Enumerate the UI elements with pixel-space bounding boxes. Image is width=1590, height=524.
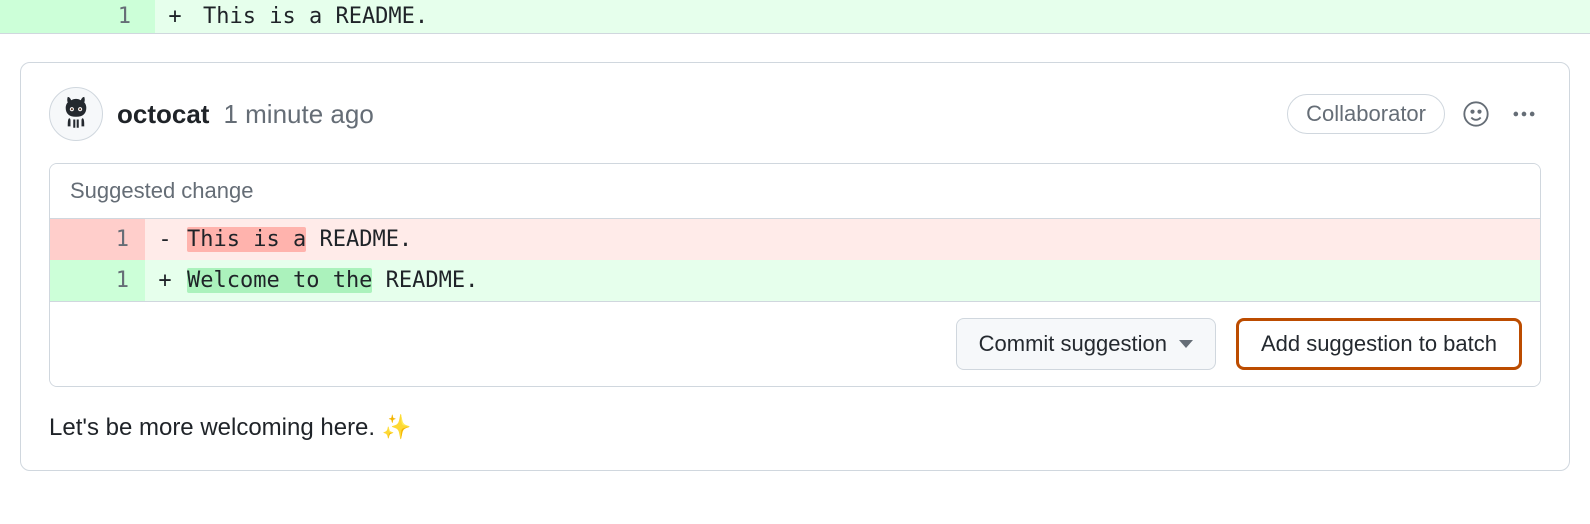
suggestion-addition-row: 1 + Welcome to the README.: [50, 260, 1540, 301]
suggestion-actions: Commit suggestion Add suggestion to batc…: [50, 301, 1540, 386]
add-reaction-button[interactable]: [1459, 97, 1493, 131]
comment-text: Let's be more welcoming here.: [49, 414, 382, 441]
kebab-icon: [1510, 100, 1538, 128]
button-label: Add suggestion to batch: [1261, 331, 1497, 357]
comment-body: Let's be more welcoming here. ✨: [49, 413, 1541, 442]
smiley-icon: [1462, 100, 1490, 128]
suggestion-title: Suggested change: [50, 164, 1540, 219]
line-number: 1: [0, 0, 155, 33]
diff-code: This is a README.: [195, 0, 1590, 33]
suggested-change: Suggested change 1 -This is a README. 1 …: [49, 163, 1541, 387]
deletion-highlight: This is a: [187, 227, 306, 252]
add-suggestion-to-batch-button[interactable]: Add suggestion to batch: [1236, 318, 1522, 370]
chevron-down-icon: [1179, 340, 1193, 348]
button-label: Commit suggestion: [979, 331, 1167, 357]
addition-highlight: Welcome to the: [187, 268, 372, 293]
addition-rest: README.: [372, 268, 478, 293]
deletion-code: -This is a README.: [145, 219, 1540, 260]
line-number: 1: [50, 260, 145, 301]
diff-marker: -: [153, 227, 177, 252]
comment-header: octocat 1 minute ago Collaborator: [49, 87, 1541, 141]
commit-suggestion-button[interactable]: Commit suggestion: [956, 318, 1216, 370]
diff-row: 1 + This is a README.: [0, 0, 1590, 34]
line-number: 1: [50, 219, 145, 260]
comment-author[interactable]: octocat: [117, 99, 209, 130]
diff-marker: +: [153, 268, 177, 293]
sparkles-emoji: ✨: [382, 413, 412, 442]
kebab-menu-button[interactable]: [1507, 97, 1541, 131]
review-comment: octocat 1 minute ago Collaborator Sugges…: [20, 62, 1570, 471]
deletion-rest: README.: [306, 227, 412, 252]
suggestion-deletion-row: 1 -This is a README.: [50, 219, 1540, 260]
octocat-icon: [54, 92, 98, 136]
diff-marker: +: [155, 0, 195, 33]
role-badge: Collaborator: [1287, 94, 1445, 134]
addition-code: + Welcome to the README.: [145, 260, 1540, 301]
avatar[interactable]: [49, 87, 103, 141]
comment-timestamp[interactable]: 1 minute ago: [223, 99, 373, 130]
